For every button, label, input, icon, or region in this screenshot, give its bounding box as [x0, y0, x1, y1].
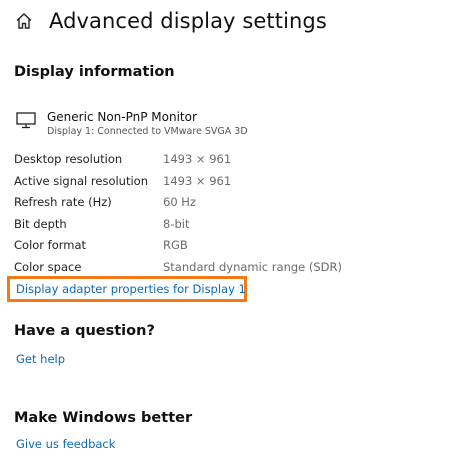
- home-icon[interactable]: [14, 11, 34, 31]
- info-label: Bit depth: [14, 216, 67, 231]
- display-adapter-properties-link[interactable]: Display adapter properties for Display 1: [16, 282, 246, 296]
- monitor-name: Generic Non-PnP Monitor: [47, 110, 197, 124]
- adapter-link-highlight: Display adapter properties for Display 1: [7, 276, 247, 302]
- info-row: Desktop resolution 1493 × 961: [14, 149, 444, 171]
- info-label: Active signal resolution: [14, 173, 148, 188]
- info-value: 8-bit: [163, 216, 190, 231]
- info-label: Refresh rate (Hz): [14, 195, 112, 210]
- display-info-table: Desktop resolution 1493 × 961 Active sig…: [14, 149, 444, 279]
- display-information-heading: Display information: [14, 64, 175, 80]
- monitor-icon: [16, 112, 36, 129]
- make-windows-better-heading: Make Windows better: [14, 410, 193, 426]
- monitor-info: Generic Non-PnP Monitor Display 1: Conne…: [16, 110, 436, 142]
- info-value: RGB: [163, 238, 188, 253]
- info-row: Color format RGB: [14, 235, 444, 257]
- info-label: Color space: [14, 259, 82, 274]
- monitor-connection: Display 1: Connected to VMware SVGA 3D: [47, 126, 248, 137]
- info-label: Color format: [14, 238, 87, 253]
- info-label: Desktop resolution: [14, 152, 123, 166]
- info-row: Refresh rate (Hz) 60 Hz: [14, 192, 444, 214]
- info-row: Active signal resolution 1493 × 961: [14, 171, 444, 193]
- info-row: Bit depth 8-bit: [14, 214, 444, 236]
- get-help-link[interactable]: Get help: [16, 352, 65, 366]
- settings-page: Advanced display settings Display inform…: [0, 0, 453, 468]
- have-a-question-heading: Have a question?: [14, 323, 155, 339]
- page-title: Advanced display settings: [49, 9, 327, 33]
- give-feedback-link[interactable]: Give us feedback: [16, 437, 115, 451]
- info-value: 1493 × 961: [163, 152, 232, 166]
- info-value: Standard dynamic range (SDR): [163, 259, 343, 274]
- page-header: Advanced display settings: [14, 4, 327, 38]
- info-value: 1493 × 961: [163, 173, 232, 188]
- info-value: 60 Hz: [163, 195, 196, 210]
